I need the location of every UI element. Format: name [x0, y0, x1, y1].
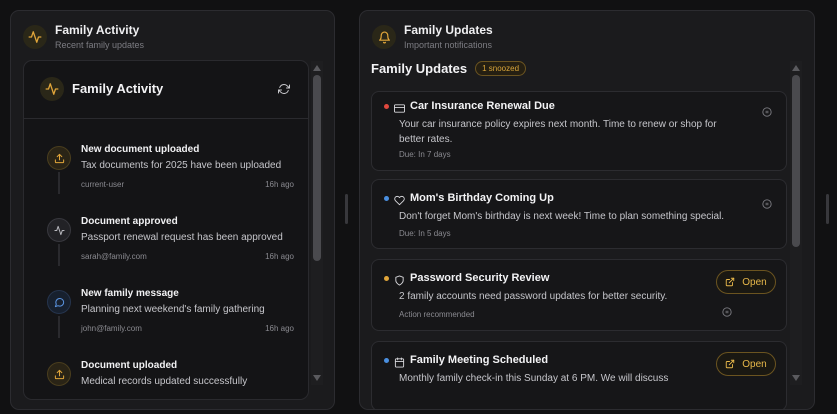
upload-icon [47, 146, 71, 170]
panel-subtitle: Recent family updates [55, 40, 145, 50]
update-description: Monthly family check-in this Sunday at 6… [399, 373, 669, 384]
update-meta: Due: In 7 days [399, 150, 451, 159]
timeline-connector [58, 316, 60, 338]
activity-item: Document uploaded Medical records update… [24, 357, 294, 399]
resize-handle[interactable] [826, 194, 829, 224]
family-updates-panel: Family Updates Important notifications F… [359, 10, 815, 410]
scrollbar-thumb[interactable] [313, 75, 321, 261]
activity-user: current-user [81, 180, 125, 189]
bell-icon [372, 25, 396, 49]
update-meta: Due: In 5 days [399, 229, 451, 238]
activity-description: Passport renewal request has been approv… [81, 232, 283, 243]
update-title: Password Security Review [410, 272, 550, 284]
update-card[interactable]: Car Insurance Renewal Due Your car insur… [371, 91, 787, 171]
activity-time: 16h ago [265, 324, 294, 333]
activity-user: john@family.com [81, 324, 142, 333]
activity-time: 16h ago [265, 252, 294, 261]
upload-icon [47, 362, 71, 386]
activity-item: Document approved Passport renewal reque… [24, 213, 294, 285]
activity-card: Family Activity New document uploaded Ta… [23, 60, 309, 400]
updates-scrollbar[interactable] [790, 61, 802, 385]
shield-icon [394, 273, 406, 286]
update-title: Car Insurance Renewal Due [410, 100, 555, 112]
panel-header: Family Updates Important notifications [372, 23, 493, 51]
activity-title: Document approved [81, 216, 178, 227]
activity-card-header: Family Activity [24, 61, 308, 119]
activity-icon [23, 25, 47, 49]
priority-dot [384, 104, 389, 109]
open-button-label: Open [742, 358, 767, 370]
update-title: Family Meeting Scheduled [410, 354, 549, 366]
priority-dot [384, 276, 389, 281]
activity-icon [40, 77, 64, 101]
resize-handle[interactable] [345, 194, 348, 224]
panel-header: Family Activity Recent family updates [23, 23, 144, 51]
calendar-icon [394, 355, 406, 368]
priority-dot [384, 358, 389, 363]
update-description: Your car insurance policy expires next m… [399, 119, 717, 145]
update-title: Mom's Birthday Coming Up [410, 192, 554, 204]
activity-description: Medical records updated successfully [81, 376, 248, 387]
activity-icon [47, 218, 71, 242]
external-link-icon [726, 359, 735, 369]
update-meta: Action recommended [399, 310, 475, 319]
activity-title: New document uploaded [81, 144, 200, 155]
activity-title: New family message [81, 288, 179, 299]
activity-time: 16h ago [265, 180, 294, 189]
timeline-connector [58, 244, 60, 266]
snoozed-badge[interactable]: 1 snoozed [475, 61, 527, 76]
external-link-icon [726, 277, 735, 287]
panel-title: Family Activity [55, 23, 140, 37]
activity-card-title: Family Activity [72, 81, 164, 96]
activity-description: Planning next weekend's family gathering [81, 304, 265, 315]
open-button[interactable]: Open [716, 352, 776, 376]
open-button[interactable]: Open [716, 270, 776, 294]
scroll-down-arrow[interactable] [792, 375, 800, 381]
timeline-connector [58, 172, 60, 194]
activity-title: Document uploaded [81, 360, 178, 371]
message-icon [47, 290, 71, 314]
snooze-icon[interactable] [762, 104, 772, 117]
update-card[interactable]: Family Meeting Scheduled Monthly family … [371, 341, 787, 409]
priority-dot [384, 196, 389, 201]
update-card[interactable]: Password Security Review 2 family accoun… [371, 259, 787, 331]
scroll-up-arrow[interactable] [792, 65, 800, 71]
update-description: Don't forget Mom's birthday is next week… [399, 211, 725, 222]
snooze-icon[interactable] [722, 304, 732, 317]
scroll-down-arrow[interactable] [313, 375, 321, 381]
credit-card-icon [394, 101, 406, 113]
activity-item: New document uploaded Tax documents for … [24, 141, 294, 213]
panel-subtitle: Important notifications [404, 40, 493, 50]
family-activity-panel: Family Activity Recent family updates Fa… [10, 10, 335, 410]
section-title: Family Updates [371, 61, 468, 76]
activity-description: Tax documents for 2025 have been uploade… [81, 160, 282, 171]
refresh-icon[interactable] [278, 82, 292, 96]
scroll-up-arrow[interactable] [313, 65, 321, 71]
update-description: 2 family accounts need password updates … [399, 291, 668, 302]
heart-icon [394, 193, 406, 206]
activity-item: New family message Planning next weekend… [24, 285, 294, 357]
activity-scrollbar[interactable] [311, 61, 323, 385]
open-button-label: Open [742, 276, 767, 288]
update-card[interactable]: Mom's Birthday Coming Up Don't forget Mo… [371, 179, 787, 249]
snooze-icon[interactable] [762, 196, 772, 209]
panel-title: Family Updates [404, 23, 493, 37]
scrollbar-thumb[interactable] [792, 75, 800, 247]
activity-user: sarah@family.com [81, 252, 147, 261]
updates-section-header: Family Updates 1 snoozed [371, 61, 527, 76]
